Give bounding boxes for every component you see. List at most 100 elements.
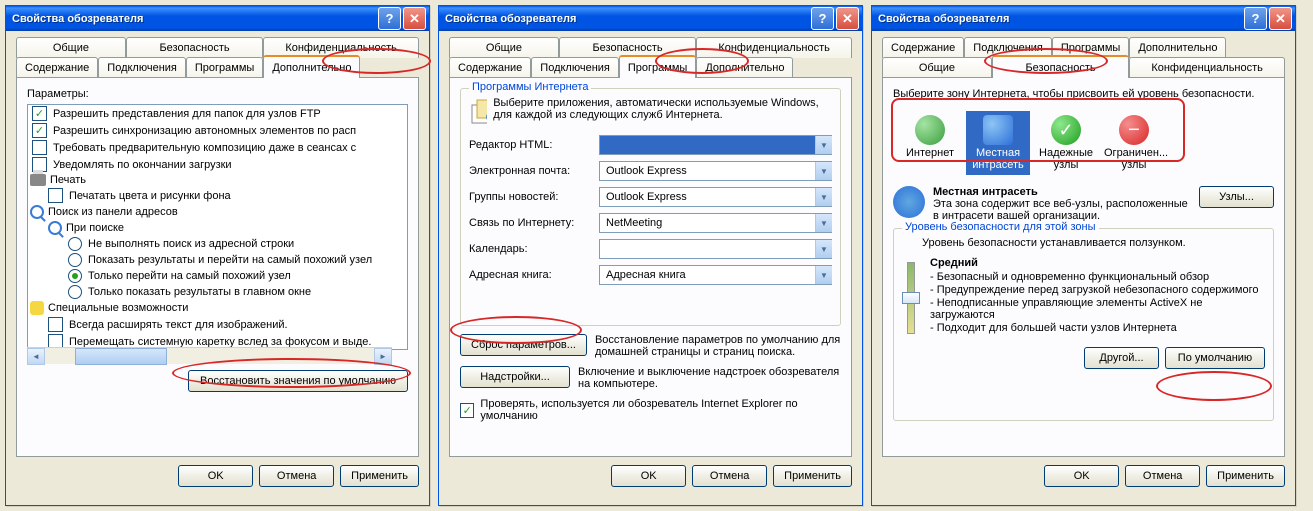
tab-advanced[interactable]: Дополнительно	[1129, 37, 1226, 58]
checkbox-icon[interactable]	[48, 188, 63, 203]
dialog-security: Свойства обозревателя ? ✕ Содержание Под…	[871, 5, 1296, 506]
zone-description: Эта зона содержит все веб-узлы, располож…	[933, 198, 1191, 222]
tab-privacy[interactable]: Конфиденциальность	[696, 37, 852, 58]
internet-programs-group: Программы Интернета Выберите приложения,…	[460, 88, 841, 326]
intranet-icon	[983, 115, 1013, 145]
slider-thumb-icon[interactable]	[902, 292, 920, 304]
addons-hint: Включение и выключение надстроек обозрев…	[578, 366, 841, 390]
tab-panel-advanced: Параметры: ✓Разрешить представления для …	[16, 77, 419, 457]
reset-defaults-button[interactable]: Сброс параметров...	[460, 334, 587, 356]
ok-button[interactable]: OK	[1044, 465, 1119, 487]
newsgroups-select[interactable]: Outlook Express	[599, 187, 832, 207]
help-icon[interactable]: ?	[811, 7, 834, 30]
apply-button[interactable]: Применить	[773, 465, 852, 487]
tab-panel-programs: Программы Интернета Выберите приложения,…	[449, 77, 852, 457]
titlebar[interactable]: Свойства обозревателя ? ✕	[6, 6, 429, 31]
restore-defaults-button[interactable]: Восстановить значения по умолчанию	[188, 370, 408, 392]
titlebar[interactable]: Свойства обозревателя ? ✕	[439, 6, 862, 31]
tab-content[interactable]: Содержание	[449, 57, 531, 78]
params-label: Параметры:	[27, 88, 408, 100]
radio-icon[interactable]	[68, 253, 82, 267]
restricted-icon: −	[1119, 115, 1149, 145]
checkbox-icon[interactable]	[48, 317, 63, 332]
apply-button[interactable]: Применить	[340, 465, 419, 487]
scroll-thumb[interactable]	[75, 348, 167, 365]
title: Свойства обозревателя	[12, 13, 376, 25]
dialog-programs: Свойства обозревателя ? ✕ Общие Безопасн…	[438, 5, 863, 506]
group-title: Уровень безопасности для этой зоны	[902, 221, 1099, 233]
title: Свойства обозревателя	[445, 13, 809, 25]
tab-connections[interactable]: Подключения	[531, 57, 619, 78]
tabrow-bottom: Общие Безопасность Конфиденциальность	[882, 57, 1285, 78]
security-slider[interactable]	[902, 257, 920, 337]
checkbox-icon[interactable]	[32, 140, 47, 155]
zone-title: Местная интрасеть	[933, 186, 1038, 198]
accessibility-icon	[30, 301, 44, 315]
tab-content[interactable]: Содержание	[882, 37, 964, 58]
radio-icon[interactable]	[68, 285, 82, 299]
zone-hint: Выберите зону Интернета, чтобы присвоить…	[893, 88, 1274, 100]
programs-desc: Выберите приложения, автоматически испол…	[493, 97, 832, 121]
default-level-button[interactable]: По умолчанию	[1165, 347, 1265, 369]
tab-panel-security: Выберите зону Интернета, чтобы присвоить…	[882, 77, 1285, 457]
apply-button[interactable]: Применить	[1206, 465, 1285, 487]
email-select[interactable]: Outlook Express	[599, 161, 832, 181]
tab-advanced[interactable]: Дополнительно	[263, 55, 360, 78]
calendar-select[interactable]	[599, 239, 832, 259]
tab-connections[interactable]: Подключения	[98, 57, 186, 78]
checkbox-icon[interactable]: ✓	[460, 403, 474, 418]
close-icon[interactable]: ✕	[403, 7, 426, 30]
help-icon[interactable]: ?	[1244, 7, 1267, 30]
cancel-button[interactable]: Отмена	[1125, 465, 1200, 487]
horizontal-scrollbar[interactable]: ◄ ►	[27, 347, 392, 364]
intranet-icon	[893, 186, 925, 218]
checkbox-icon[interactable]: ✓	[32, 106, 47, 121]
tab-general[interactable]: Общие	[882, 57, 992, 78]
titlebar[interactable]: Свойства обозревателя ? ✕	[872, 6, 1295, 31]
address-book-select[interactable]: Адресная книга	[599, 265, 832, 285]
sites-button[interactable]: Узлы...	[1199, 186, 1274, 208]
tab-programs[interactable]: Программы	[619, 55, 696, 78]
zone-intranet[interactable]: Местная интрасеть	[966, 111, 1030, 175]
addons-button[interactable]: Надстройки...	[460, 366, 570, 388]
cancel-button[interactable]: Отмена	[259, 465, 334, 487]
checkbox-icon[interactable]: ✓	[32, 123, 47, 138]
cancel-button[interactable]: Отмена	[692, 465, 767, 487]
programs-icon	[469, 97, 487, 127]
tab-programs[interactable]: Программы	[186, 57, 263, 78]
level-hint: Уровень безопасности устанавливается пол…	[922, 237, 1265, 249]
radio-icon[interactable]	[68, 269, 82, 283]
settings-listbox[interactable]: ✓Разрешить представления для папок для у…	[27, 104, 408, 350]
close-icon[interactable]: ✕	[1269, 7, 1292, 30]
help-icon[interactable]: ?	[378, 7, 401, 30]
ok-button[interactable]: OK	[611, 465, 686, 487]
security-level-group: Уровень безопасности для этой зоны Урове…	[893, 228, 1274, 421]
tab-content[interactable]: Содержание	[16, 57, 98, 78]
group-title: Программы Интернета	[469, 81, 591, 93]
close-icon[interactable]: ✕	[836, 7, 859, 30]
reset-hint: Восстановление параметров по умолчанию д…	[595, 334, 841, 358]
ok-button[interactable]: OK	[178, 465, 253, 487]
custom-level-button[interactable]: Другой...	[1084, 347, 1159, 369]
tabrow-bottom: Содержание Подключения Программы Дополни…	[16, 57, 419, 78]
tab-security[interactable]: Безопасность	[992, 55, 1129, 78]
scroll-left-icon[interactable]: ◄	[27, 348, 45, 365]
zone-internet[interactable]: Интернет	[898, 111, 962, 175]
scroll-right-icon[interactable]: ►	[374, 348, 392, 365]
check-default-label: Проверять, используется ли обозреватель …	[480, 398, 841, 422]
tab-advanced[interactable]: Дополнительно	[696, 57, 793, 78]
zone-restricted[interactable]: − Ограничен... узлы	[1102, 111, 1166, 175]
search-icon	[30, 205, 44, 219]
html-editor-select[interactable]	[599, 135, 832, 155]
radio-icon[interactable]	[68, 237, 82, 251]
search-icon	[48, 221, 62, 235]
zone-list: Интернет Местная интрасеть ✓ Надежные уз…	[893, 106, 1274, 180]
tab-security[interactable]: Безопасность	[126, 37, 263, 58]
tab-general[interactable]: Общие	[449, 37, 559, 58]
internet-call-select[interactable]: NetMeeting	[599, 213, 832, 233]
zone-trusted[interactable]: ✓ Надежные узлы	[1034, 111, 1098, 175]
tab-privacy[interactable]: Конфиденциальность	[1129, 57, 1285, 78]
level-name: Средний	[930, 257, 1265, 269]
tab-general[interactable]: Общие	[16, 37, 126, 58]
globe-icon	[915, 115, 945, 145]
